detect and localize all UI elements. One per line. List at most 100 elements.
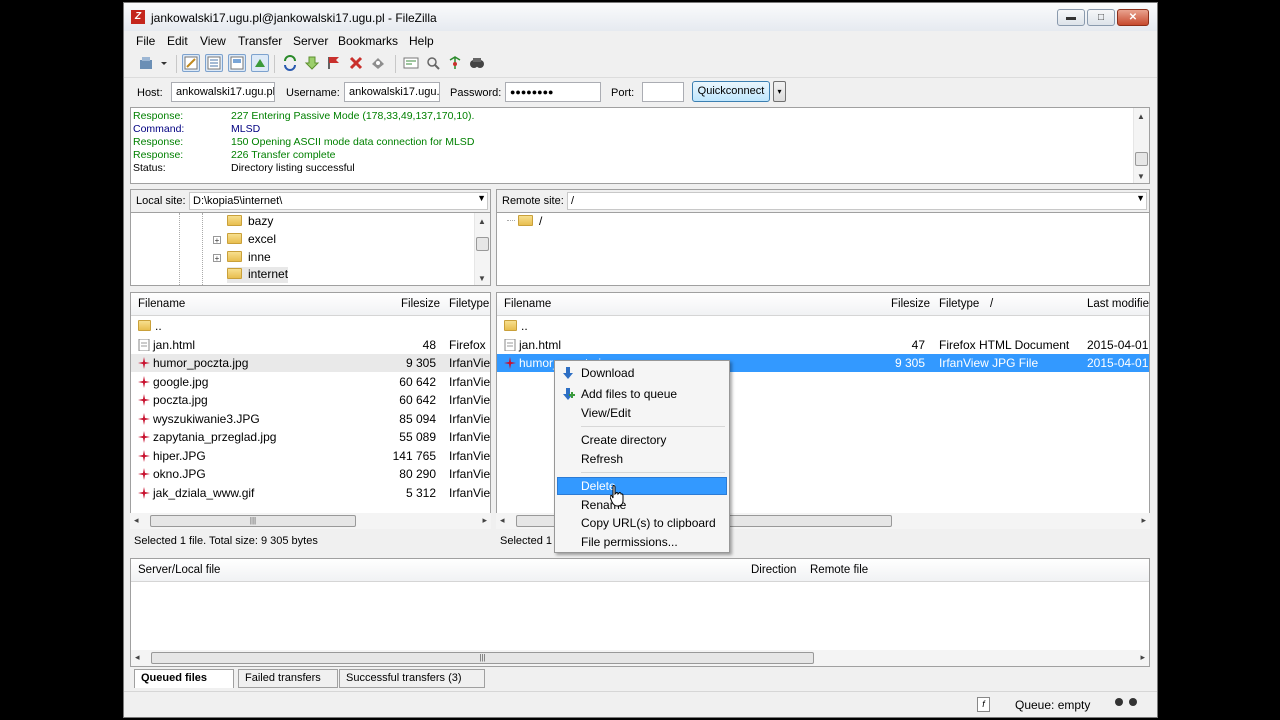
quickconnect-button[interactable]: Quickconnect (692, 81, 770, 102)
list-item[interactable]: zapytania_przeglad.jpg55 089IrfanView (131, 428, 490, 446)
list-item[interactable]: hiper.JPG141 765IrfanView (131, 447, 490, 465)
sort-indicator: / (990, 298, 994, 310)
column-remote-file[interactable]: Remote file (810, 564, 868, 576)
menu-item-file-permissions[interactable]: File permissions... (557, 533, 727, 551)
remote-site-label: Remote site: (502, 195, 564, 207)
cancel-operation-icon[interactable] (325, 54, 343, 72)
remote-path-dropdown-icon[interactable]: ▼ (1136, 193, 1145, 203)
password-input[interactable]: ●●●●●●●● (505, 82, 601, 102)
menu-item-rename[interactable]: Rename (557, 496, 727, 514)
list-item[interactable]: poczta.jpg60 642IrfanView (131, 391, 490, 409)
list-item[interactable]: jak_dziala_www.gif5 312IrfanView (131, 484, 490, 502)
list-item[interactable]: wyszukiwanie3.JPG85 094IrfanView (131, 410, 490, 428)
directory-listing-filters-icon[interactable] (402, 54, 420, 72)
host-input[interactable]: ankowalski17.ugu.pl (171, 82, 275, 102)
tree-item-root[interactable]: / (507, 214, 542, 230)
disconnect-icon[interactable] (347, 54, 365, 72)
menu-item-delete[interactable]: Delete (557, 477, 727, 495)
username-input[interactable]: ankowalski17.ugu.pl (344, 82, 440, 102)
local-status-text: Selected 1 file. Total size: 9 305 bytes (134, 535, 318, 547)
menu-help[interactable]: Help (409, 34, 434, 48)
remote-site-bar: Remote site: / ▼ (496, 189, 1150, 213)
tree-item-internet[interactable]: internet (227, 267, 289, 283)
list-item[interactable]: google.jpg60 642IrfanView (131, 373, 490, 391)
column-filesize[interactable]: Filesize (401, 298, 440, 310)
column-filename[interactable]: Filename (138, 298, 185, 310)
expand-icon[interactable]: + (213, 236, 221, 245)
list-item[interactable]: jan.html48Firefox H (131, 336, 490, 354)
local-tree-scrollbar[interactable]: ▲ ▼ (474, 213, 490, 285)
window-title: jankowalski17.ugu.pl@jankowalski17.ugu.p… (151, 11, 437, 25)
reconnect-icon[interactable] (369, 54, 387, 72)
tree-item-excel[interactable]: excel (227, 232, 276, 248)
column-filename[interactable]: Filename (504, 298, 551, 310)
log-scrollbar[interactable]: ▲ ▼ (1133, 108, 1149, 183)
queue-header: Server/Local file Direction Remote file (131, 559, 1149, 582)
menu-bookmarks[interactable]: Bookmarks (338, 34, 398, 48)
menu-item-refresh[interactable]: Refresh (557, 450, 727, 468)
menu-transfer[interactable]: Transfer (238, 34, 282, 48)
folder-icon (227, 268, 242, 279)
port-input[interactable] (642, 82, 684, 102)
menu-separator (581, 426, 725, 427)
close-button[interactable]: ✕ (1117, 9, 1149, 26)
menu-item-copy-url[interactable]: Copy URL(s) to clipboard (557, 514, 727, 532)
context-menu: Download Add files to queue View/Edit Cr… (554, 360, 730, 553)
minimize-button[interactable]: ▬ (1057, 9, 1085, 26)
list-item[interactable]: .. (497, 317, 1149, 335)
irfanview-file-icon (138, 357, 150, 369)
toggle-remote-tree-icon[interactable] (228, 54, 246, 72)
process-queue-icon[interactable] (303, 54, 321, 72)
remote-site-path-input[interactable]: / (567, 192, 1147, 210)
irfanview-file-icon (138, 376, 150, 388)
toggle-local-tree-icon[interactable] (205, 54, 223, 72)
maximize-button[interactable]: □ (1087, 9, 1115, 26)
activity-led-icon (1115, 698, 1123, 706)
toggle-message-log-icon[interactable] (182, 54, 200, 72)
queue-hscrollbar[interactable]: ◂ ||| ▸ (131, 650, 1149, 666)
expand-icon[interactable]: + (213, 254, 221, 263)
column-filetype[interactable]: Filetype (449, 298, 489, 310)
folder-icon (227, 251, 242, 262)
column-direction[interactable]: Direction (751, 564, 796, 576)
tab-successful-transfers[interactable]: Successful transfers (3) (339, 669, 485, 688)
tree-item-inne[interactable]: inne (227, 250, 271, 266)
site-manager-dropdown-icon[interactable] (159, 54, 169, 72)
site-manager-icon[interactable] (137, 54, 155, 72)
column-filesize[interactable]: Filesize (891, 298, 930, 310)
tree-item-bazy[interactable]: bazy (227, 214, 273, 230)
list-item[interactable]: jan.html 47 Firefox HTML Document 2015-04-0… (497, 336, 1149, 354)
menu-item-download[interactable]: Download (557, 364, 727, 382)
folder-icon (504, 320, 517, 331)
filezilla-app-icon: Z (131, 10, 145, 24)
menu-item-add-to-queue[interactable]: Add files to queue (557, 385, 727, 403)
list-item[interactable]: okno.JPG80 290IrfanView (131, 465, 490, 483)
menu-view[interactable]: View (200, 34, 226, 48)
local-path-dropdown-icon[interactable]: ▼ (477, 193, 486, 203)
menu-edit[interactable]: Edit (167, 34, 188, 48)
refresh-icon[interactable] (281, 54, 299, 72)
column-last-modified[interactable]: Last modifie (1087, 298, 1149, 310)
local-list-hscrollbar[interactable]: ◂ ||| ▸ (130, 513, 491, 529)
menu-item-create-directory[interactable]: Create directory (557, 431, 727, 449)
tab-failed-transfers[interactable]: Failed transfers (238, 669, 338, 688)
directory-comparison-icon[interactable] (424, 54, 442, 72)
column-filetype[interactable]: Filetype (939, 298, 979, 310)
irfanview-file-icon (138, 468, 150, 480)
toggle-transfer-queue-icon[interactable] (251, 54, 269, 72)
transfer-queue: Server/Local file Direction Remote file … (130, 558, 1150, 667)
menu-item-view-edit[interactable]: View/Edit (557, 404, 727, 422)
folder-icon (518, 215, 533, 226)
menu-server[interactable]: Server (293, 34, 328, 48)
list-item[interactable]: humor_poczta.jpg9 305IrfanView (131, 354, 490, 372)
column-server-local-file[interactable]: Server/Local file (138, 564, 220, 576)
tab-queued-files[interactable]: Queued files (134, 669, 234, 688)
synchronized-browsing-icon[interactable] (446, 54, 464, 72)
list-item[interactable]: .. (131, 317, 490, 335)
html-file-icon (504, 339, 516, 351)
search-remote-files-icon[interactable] (468, 54, 486, 72)
local-site-path-input[interactable]: D:\kopia5\internet\ (189, 192, 488, 210)
menu-file[interactable]: File (136, 34, 155, 48)
quickconnect-history-dropdown[interactable]: ▾ (773, 81, 786, 102)
irfanview-file-icon (138, 450, 150, 462)
